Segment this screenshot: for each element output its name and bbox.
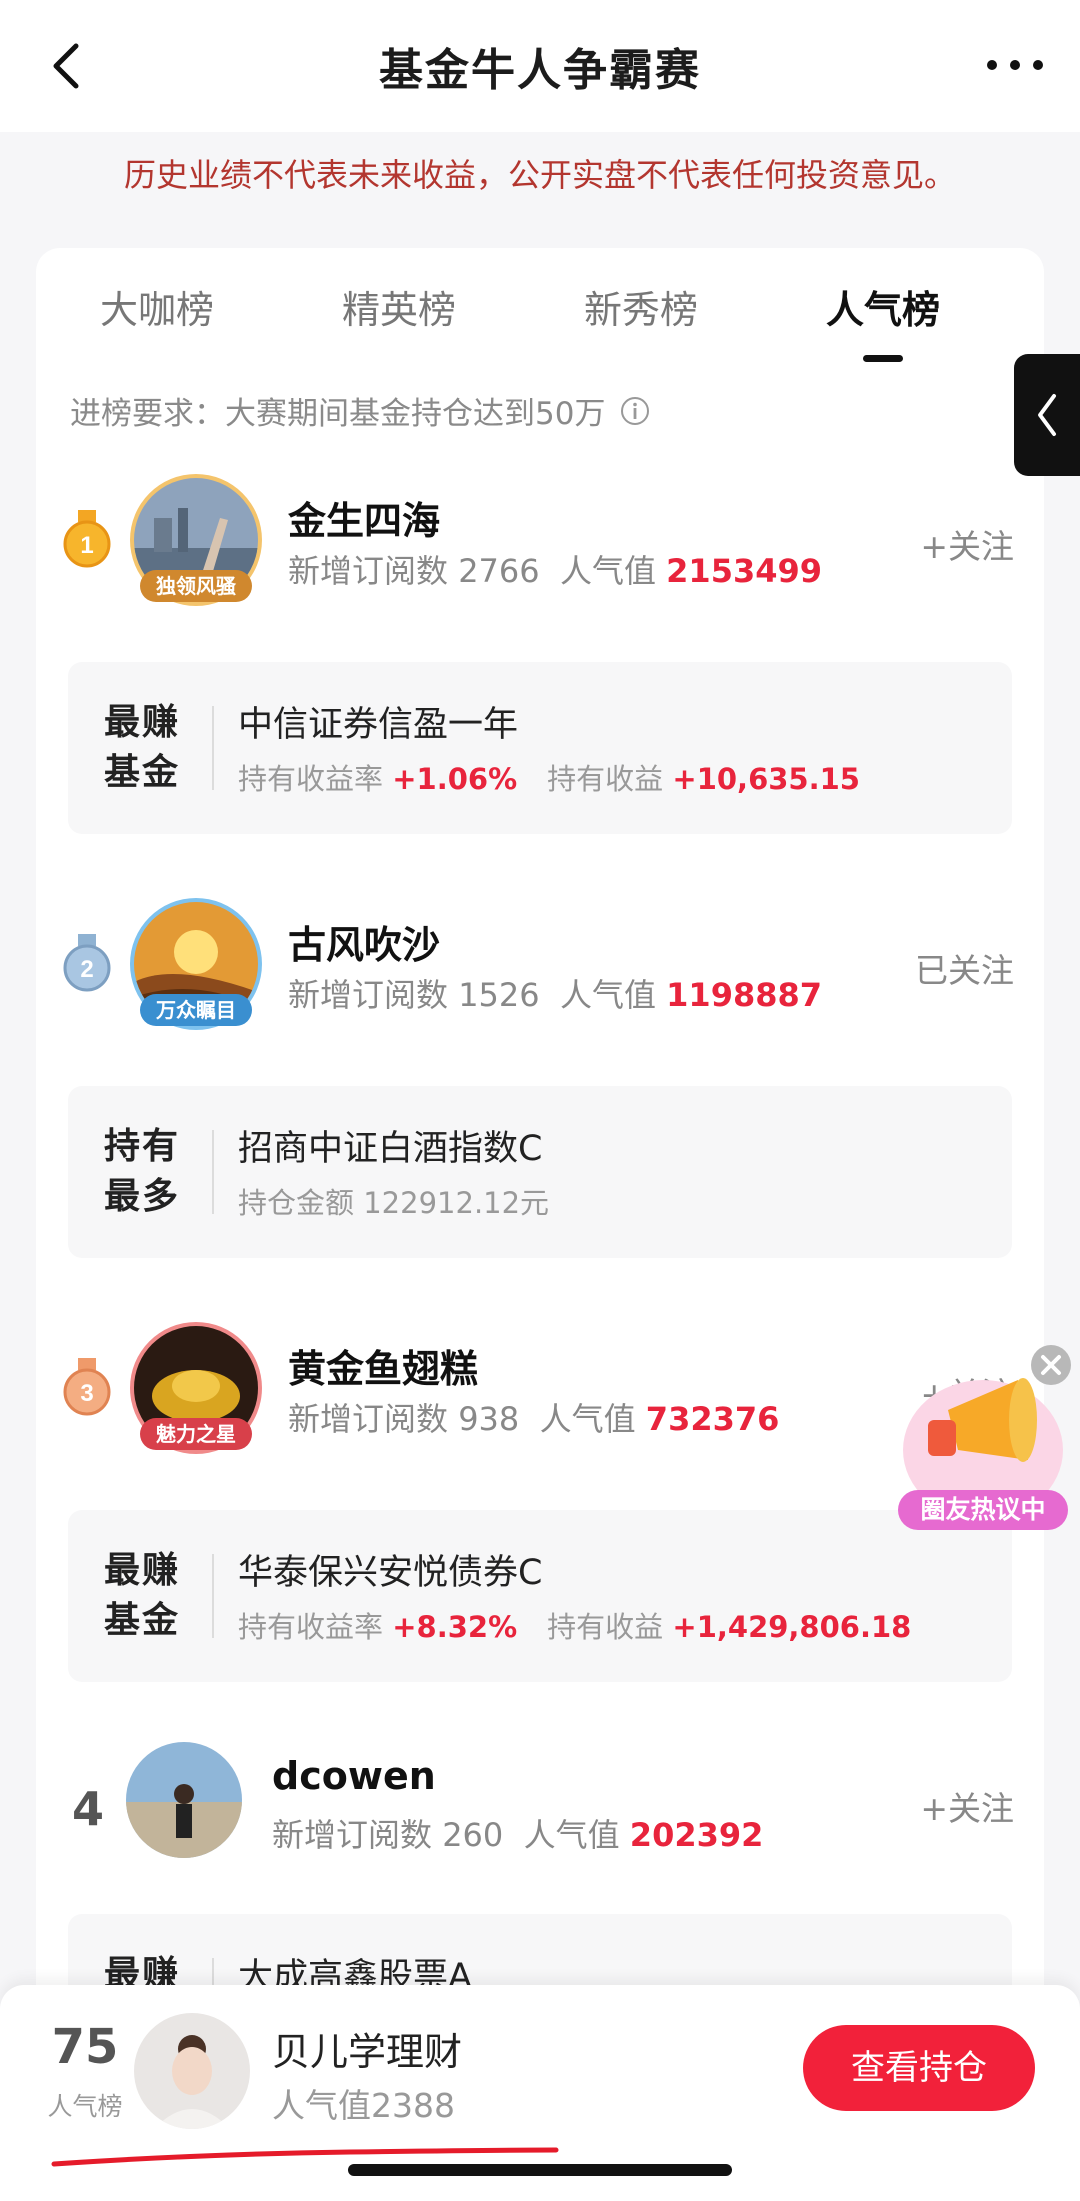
fund-category-label: 持有 最多: [104, 1126, 181, 1217]
rank-number: 4: [71, 1782, 104, 1836]
leaderboard-card: 大咖榜 精英榜 新秀榜 人气榜 进榜要求：大赛期间基金持仓达到50万 1 独领风…: [36, 248, 1044, 2086]
gold-medal-icon: 1: [63, 510, 111, 568]
svg-text:3: 3: [80, 1380, 93, 1407]
divider: [212, 1130, 214, 1214]
user-stats: 新增订阅数 260 人气值 202392: [272, 1816, 764, 1854]
follow-button[interactable]: +关注: [920, 520, 1014, 568]
close-icon[interactable]: [1028, 1342, 1074, 1388]
promo-label: 圈友热议中: [920, 1495, 1046, 1524]
fund-detail: 持有收益率 +8.32% 持有收益 +1,429,806.18: [238, 1610, 912, 1644]
entry-requirement: 进榜要求：大赛期间基金持仓达到50万: [70, 388, 651, 433]
my-rank-label: 人气榜: [47, 2092, 123, 2121]
badge-label: 独领风骚: [140, 570, 252, 602]
back-arrow-icon[interactable]: [38, 36, 98, 96]
silver-medal-icon: 2: [63, 934, 111, 992]
divider: [212, 706, 214, 790]
avatar[interactable]: [134, 2013, 250, 2129]
fund-detail: 持仓金额 122912.12元: [238, 1186, 550, 1220]
user-name[interactable]: 古风吹沙: [288, 914, 440, 969]
fund-card[interactable]: 最赚 基金 华泰保兴安悦债券C 持有收益率 +8.32% 持有收益 +1,429,8…: [68, 1510, 1012, 1682]
svg-text:1: 1: [80, 532, 93, 559]
bronze-medal-icon: 3: [63, 1358, 111, 1416]
follow-button[interactable]: +关注: [920, 1782, 1014, 1830]
badge-label: 魅力之星: [140, 1418, 252, 1450]
badge-label: 万众瞩目: [140, 994, 252, 1026]
side-drawer-toggle[interactable]: [1014, 354, 1080, 476]
tab-xinxiubang[interactable]: 新秀榜: [520, 278, 762, 358]
info-icon[interactable]: [619, 395, 651, 427]
fund-card[interactable]: 最赚 基金 中信证券信盈一年 持有收益率 +1.06% 持有收益 +10,635.1…: [68, 662, 1012, 834]
fund-category-label: 最赚 基金: [104, 702, 181, 793]
user-name[interactable]: dcowen: [272, 1754, 436, 1798]
user-name[interactable]: 金生四海: [288, 490, 440, 545]
fund-name: 招商中证白酒指数C: [238, 1129, 543, 1169]
tab-jingyingbang[interactable]: 精英榜: [278, 278, 520, 358]
chevron-left-icon: [1038, 394, 1056, 436]
top-bar: 基金牛人争霸赛: [0, 0, 1080, 132]
list-item[interactable]: 2 万众瞩目 古风吹沙 新增订阅数 1526 人气值 1198887 已关注 持…: [36, 894, 1044, 1258]
view-holdings-button[interactable]: 查看持仓: [803, 2025, 1035, 2111]
my-popularity: 人气值2388: [272, 2086, 455, 2125]
user-name[interactable]: 黄金鱼翅糕: [288, 1338, 478, 1393]
requirement-text: 进榜要求：大赛期间基金持仓达到50万: [70, 396, 606, 432]
disclaimer-text: 历史业绩不代表未来收益，公开实盘不代表任何投资意见。: [123, 156, 956, 194]
user-stats: 新增订阅数 2766 人气值 2153499: [288, 552, 823, 590]
board-tabs: 大咖榜 精英榜 新秀榜 人气榜: [36, 278, 1044, 362]
divider: [212, 1554, 214, 1638]
more-icon[interactable]: [980, 50, 1050, 80]
avatar[interactable]: [126, 1742, 242, 1858]
fund-category-label: 最赚 基金: [104, 1550, 181, 1641]
user-stats: 新增订阅数 938 人气值 732376: [288, 1400, 780, 1438]
following-button[interactable]: 已关注: [915, 944, 1014, 992]
fund-detail: 持有收益率 +1.06% 持有收益 +10,635.15: [238, 762, 860, 796]
home-indicator: [348, 2164, 732, 2176]
my-rank-number: 75: [51, 2019, 119, 2075]
svg-text:2: 2: [80, 956, 93, 983]
fund-card[interactable]: 持有 最多 招商中证白酒指数C 持仓金额 122912.12元: [68, 1086, 1012, 1258]
tab-renqibang[interactable]: 人气榜: [762, 278, 1004, 362]
list-item[interactable]: 1 独领风骚 金生四海 新增订阅数 2766 人气值 2153499 +关注 最…: [36, 470, 1044, 834]
fund-name: 华泰保兴安悦债券C: [238, 1553, 543, 1593]
page-title: 基金牛人争霸赛: [379, 45, 701, 96]
user-stats: 新增订阅数 1526 人气值 1198887: [288, 976, 823, 1014]
my-name: 贝儿学理财: [272, 2030, 463, 2074]
fund-name: 中信证券信盈一年: [238, 705, 519, 745]
tab-dakabang[interactable]: 大咖榜: [36, 278, 278, 358]
